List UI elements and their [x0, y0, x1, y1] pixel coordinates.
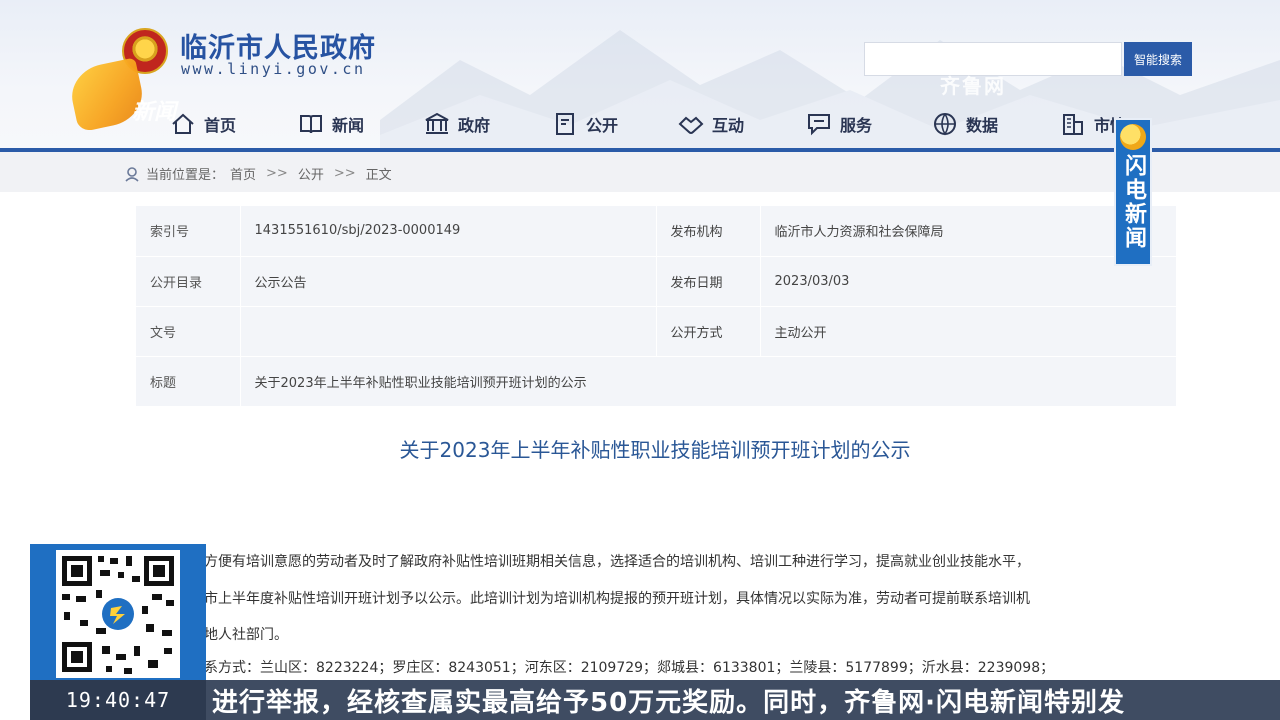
nav-item-interaction[interactable]: 互动 — [678, 108, 744, 140]
info-value: 1431551610/sbj/2023-0000149 — [239, 206, 656, 257]
lightning-icon — [1120, 124, 1146, 150]
home-icon — [172, 113, 194, 134]
document-icon — [556, 113, 574, 135]
site-url: www.linyi.gov.cn — [181, 60, 366, 78]
ticker-text: 进行举报，经核查属实最高给予50万元奖励。同时，齐鲁网·闪电新闻特别发 — [212, 687, 1126, 718]
city-icon — [1063, 114, 1083, 135]
nav-item-home[interactable]: 首页 — [170, 108, 236, 140]
news-ticker: 19:40:47 进行举报，经核查属实最高给予50万元奖励。同时，齐鲁网·闪电新… — [30, 680, 1280, 720]
article-paragraph-line: 系方式：兰山区：8223224；罗庄区：8243051；河东区：2109729；… — [204, 660, 1055, 676]
info-value: 主动公开 — [759, 306, 1176, 357]
nav-item-data[interactable]: 数据 — [932, 108, 998, 140]
channel-logo-text: 闪电新闻 — [1121, 154, 1146, 250]
info-key: 文号 — [136, 306, 240, 357]
nav-item-news[interactable]: 新闻 — [298, 108, 364, 140]
info-value: 公示公告 — [239, 256, 656, 307]
info-key: 公开方式 — [655, 306, 760, 357]
nav-label: 公开 — [586, 116, 619, 135]
table-row: 索引号 1431551610/sbj/2023-0000149 发布机构 临沂市… — [136, 206, 1176, 257]
info-key: 标题 — [136, 356, 240, 407]
breadcrumb-home[interactable]: 首页 — [230, 164, 256, 183]
nav-label: 服务 — [840, 116, 873, 135]
info-value — [239, 306, 656, 357]
info-key: 公开目录 — [136, 256, 240, 307]
book-icon — [300, 115, 322, 134]
info-key: 索引号 — [136, 206, 240, 257]
qilu-watermark: 齐鲁网 — [940, 74, 1006, 98]
article-paragraph-line: 地人社部门。 — [204, 627, 288, 643]
channel-logo: 闪电新闻 — [1114, 118, 1152, 266]
article-paragraph-line: 市上半年度补贴性培训开班计划予以公示。此培训计划为培训机构提报的预开班计划，具体… — [204, 591, 1030, 607]
qr-code-icon — [56, 550, 180, 678]
table-row: 文号 公开方式 主动公开 — [136, 306, 1176, 357]
breadcrumb-prefix: 当前位置是： — [146, 168, 225, 183]
nav-label: 首页 — [204, 116, 237, 135]
chat-icon — [808, 114, 830, 136]
breadcrumb-separator: >> — [333, 166, 356, 181]
nav-item-government[interactable]: 政府 — [424, 108, 490, 140]
info-key: 发布日期 — [655, 256, 760, 307]
nav-label: 数据 — [966, 116, 999, 135]
globe-icon — [934, 113, 956, 136]
breadcrumb-public[interactable]: 公开 — [298, 164, 324, 183]
main-nav: 首页 新闻 政府 公开 互动 服务 数据 市情 — [0, 100, 1280, 148]
qr-code-panel — [30, 544, 206, 684]
info-value: 关于2023年上半年补贴性职业技能培训预开班计划的公示 — [239, 356, 1176, 407]
broadcast-clock: 19:40:47 — [30, 680, 206, 720]
nav-label: 互动 — [712, 116, 745, 135]
breadcrumb-separator: >> — [266, 166, 288, 181]
location-pin-icon — [125, 166, 139, 182]
site-header: 临沂市人民政府 www.linyi.gov.cn 智能搜索 齐鲁网 新闻 首页 … — [0, 0, 1280, 152]
table-row: 标题 关于2023年上半年补贴性职业技能培训预开班计划的公示 — [136, 356, 1176, 407]
building-icon — [425, 112, 449, 134]
article-title: 关于2023年上半年补贴性职业技能培训预开班计划的公示 — [399, 438, 911, 462]
handshake-icon — [678, 116, 704, 134]
breadcrumb: 当前位置是： 首页 >> 公开 >> 正文 — [124, 164, 392, 183]
search-button[interactable]: 智能搜索 — [1124, 42, 1192, 76]
table-row: 公开目录 公示公告 发布日期 2023/03/03 — [136, 256, 1176, 307]
nav-label: 政府 — [458, 116, 491, 135]
nav-label: 新闻 — [332, 116, 365, 135]
info-key: 发布机构 — [655, 206, 760, 257]
nav-item-service[interactable]: 服务 — [806, 108, 872, 140]
document-info-table: 索引号 1431551610/sbj/2023-0000149 发布机构 临沂市… — [136, 206, 1176, 407]
nav-item-public[interactable]: 公开 — [552, 108, 618, 140]
article-paragraph-line: 方便有培训意愿的劳动者及时了解政府补贴性培训班期相关信息，选择适合的培训机构、培… — [204, 554, 1030, 570]
breadcrumb-current: 正文 — [365, 168, 392, 183]
